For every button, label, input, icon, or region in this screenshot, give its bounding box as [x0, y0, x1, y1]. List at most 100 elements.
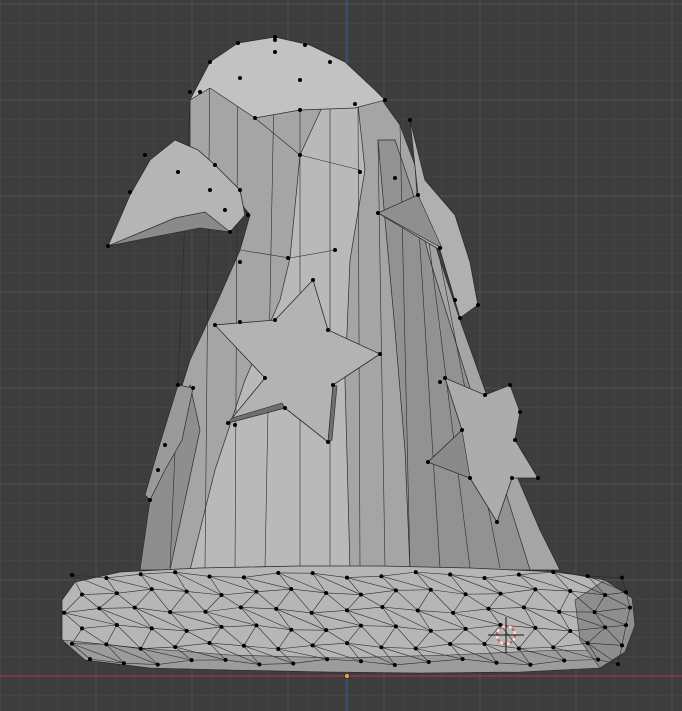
mesh-vertex[interactable] — [254, 623, 259, 628]
mesh-vertex[interactable] — [333, 248, 337, 252]
mesh-vertex[interactable] — [416, 193, 420, 197]
mesh-vertex[interactable] — [310, 571, 315, 576]
mesh-vertex[interactable] — [156, 468, 160, 472]
mesh-vertex[interactable] — [345, 575, 349, 580]
mesh-vertex[interactable] — [173, 570, 178, 575]
mesh-vertex[interactable] — [163, 443, 167, 447]
mesh-vertex[interactable] — [518, 410, 522, 414]
mesh-vertex[interactable] — [176, 383, 180, 387]
mesh-vertex[interactable] — [191, 386, 195, 390]
mesh-vertex[interactable] — [359, 623, 363, 628]
mesh-vertex[interactable] — [311, 278, 315, 282]
mesh-vertex[interactable] — [392, 662, 397, 667]
mesh-vertex[interactable] — [383, 98, 387, 102]
mesh-vertex[interactable] — [114, 623, 119, 628]
mesh-vertex[interactable] — [628, 605, 632, 610]
mesh-vertex[interactable] — [413, 646, 418, 651]
mesh-vertex[interactable] — [289, 627, 294, 632]
mesh-vertex[interactable] — [393, 176, 397, 180]
mesh-vertex[interactable] — [223, 657, 228, 662]
mesh-vertex[interactable] — [257, 662, 262, 667]
mesh-vertex[interactable] — [616, 662, 620, 667]
mesh-vertex[interactable] — [189, 658, 194, 663]
mesh-vertex[interactable] — [138, 572, 143, 577]
mesh-vertex[interactable] — [223, 208, 227, 212]
3d-viewport[interactable] — [0, 0, 682, 711]
mesh-vertex[interactable] — [203, 609, 208, 614]
mesh-vertex[interactable] — [207, 574, 212, 579]
mesh-vertex[interactable] — [408, 118, 412, 122]
mesh-vertex[interactable] — [513, 438, 517, 442]
mesh-vertex[interactable] — [188, 90, 192, 94]
mesh-vertex[interactable] — [585, 574, 590, 579]
mesh-vertex[interactable] — [460, 657, 465, 662]
mesh-vertex[interactable] — [448, 642, 453, 647]
mesh-vertex[interactable] — [413, 570, 418, 575]
mesh-vertex[interactable] — [536, 476, 540, 480]
mesh-vertex[interactable] — [620, 575, 624, 580]
mesh-vertex[interactable] — [273, 50, 277, 54]
mesh-vertex[interactable] — [603, 625, 608, 630]
mesh-vertex[interactable] — [238, 320, 242, 324]
mesh-vertex[interactable] — [176, 170, 180, 174]
mesh-vertex[interactable] — [498, 591, 503, 596]
mesh-vertex[interactable] — [359, 592, 363, 597]
mesh-vertex[interactable] — [310, 643, 315, 648]
mesh-vertex[interactable] — [324, 590, 329, 595]
mesh-vertex[interactable] — [620, 643, 624, 648]
mesh-vertex[interactable] — [273, 318, 277, 322]
mesh-vertex[interactable] — [380, 605, 385, 610]
mesh-vertex[interactable] — [415, 608, 420, 613]
mesh-vertex[interactable] — [568, 628, 573, 633]
mesh-vertex[interactable] — [213, 163, 217, 167]
mesh-vertex[interactable] — [104, 575, 109, 580]
mesh-vertex[interactable] — [298, 153, 302, 157]
mesh-vertex[interactable] — [533, 625, 538, 630]
mesh-vertex[interactable] — [324, 628, 329, 633]
mesh-vertex[interactable] — [557, 609, 562, 614]
mesh-vertex[interactable] — [238, 605, 243, 610]
mesh-vertex[interactable] — [345, 641, 349, 646]
mesh-vertex[interactable] — [393, 588, 398, 593]
object-origin[interactable] — [344, 673, 350, 679]
mesh-vertex[interactable] — [460, 428, 464, 432]
mesh-vertex[interactable] — [97, 606, 102, 611]
mesh-vertex[interactable] — [274, 606, 279, 611]
mesh-vertex[interactable] — [393, 624, 398, 629]
mesh-vertex[interactable] — [283, 406, 287, 410]
mesh-vertex[interactable] — [298, 78, 302, 82]
mesh-vertex[interactable] — [516, 646, 521, 651]
hat-brim[interactable] — [61, 565, 636, 674]
mesh-vertex[interactable] — [510, 476, 514, 480]
mesh-vertex[interactable] — [286, 256, 290, 260]
mesh-vertex[interactable] — [551, 645, 556, 650]
mesh-vertex[interactable] — [208, 188, 212, 192]
mesh-vertex[interactable] — [438, 246, 442, 250]
mesh-vertex[interactable] — [184, 589, 189, 594]
mesh-vertex[interactable] — [326, 440, 330, 444]
mesh-vertex[interactable] — [458, 316, 462, 320]
mesh-vertex[interactable] — [254, 589, 259, 594]
mesh-vertex[interactable] — [426, 460, 430, 464]
mesh-vertex[interactable] — [298, 108, 302, 112]
mesh-vertex[interactable] — [303, 43, 307, 47]
mesh-vertex[interactable] — [246, 213, 250, 217]
mesh-vertex[interactable] — [378, 352, 382, 356]
mesh-vertex[interactable] — [345, 608, 349, 613]
mesh-vertex[interactable] — [353, 102, 357, 106]
mesh-vertex[interactable] — [568, 589, 573, 594]
mesh-vertex[interactable] — [106, 244, 110, 248]
mesh-vertex[interactable] — [173, 644, 178, 649]
mesh-vertex[interactable] — [198, 90, 202, 94]
mesh-vertex[interactable] — [238, 188, 242, 192]
mesh-vertex[interactable] — [443, 376, 447, 380]
mesh-vertex[interactable] — [379, 645, 384, 650]
mesh-vertex[interactable] — [263, 376, 267, 380]
mesh-vertex[interactable] — [358, 170, 362, 174]
mesh-vertex[interactable] — [438, 380, 442, 384]
mesh-vertex[interactable] — [207, 641, 212, 646]
mesh-vertex[interactable] — [562, 658, 567, 663]
mesh-vertex[interactable] — [331, 383, 335, 387]
mesh-vertex[interactable] — [325, 657, 330, 662]
mesh-vertex[interactable] — [359, 659, 363, 664]
